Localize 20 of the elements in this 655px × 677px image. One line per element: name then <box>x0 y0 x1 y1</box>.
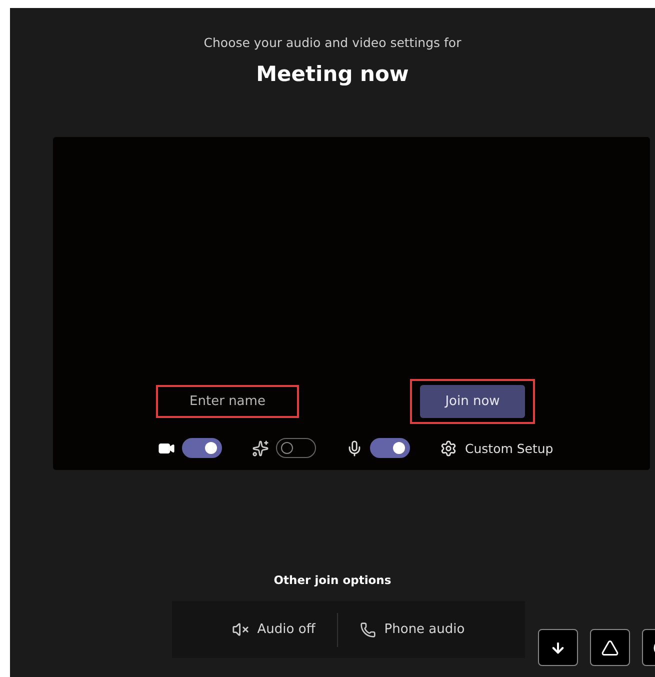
triangle-icon <box>601 638 619 656</box>
settings-icon <box>440 440 457 456</box>
meeting-title: Meeting now <box>256 62 409 86</box>
camera-toggle[interactable] <box>182 438 222 458</box>
microphone-icon <box>346 440 363 456</box>
arrow-down-icon <box>550 640 566 656</box>
other-options-title: Other join options <box>274 573 392 587</box>
custom-setup-button[interactable]: Custom Setup <box>440 440 554 456</box>
name-field[interactable]: Enter name <box>156 385 299 418</box>
subtitle: Choose your audio and video settings for <box>204 35 462 50</box>
background-toggle[interactable] <box>276 438 316 458</box>
background-effects-icon <box>252 440 269 456</box>
join-button[interactable]: Join now <box>420 385 525 418</box>
microphone-toggle[interactable] <box>370 438 410 458</box>
phone-icon <box>360 622 376 638</box>
toolbar-button[interactable] <box>590 629 630 666</box>
speaker-muted-icon <box>232 621 250 638</box>
join-option[interactable]: Audio off <box>210 621 338 638</box>
join-option[interactable]: Phone audio <box>338 622 487 638</box>
toolbar-button[interactable] <box>538 629 578 666</box>
